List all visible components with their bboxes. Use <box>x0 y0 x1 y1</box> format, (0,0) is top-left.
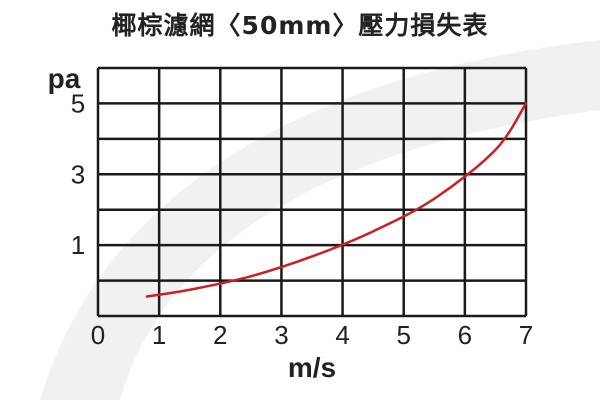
x-tick-label: 1 <box>152 320 166 350</box>
series-line <box>145 102 528 298</box>
x-tick-label: 0 <box>91 320 105 350</box>
y-axis-ticks: 135 <box>71 88 85 260</box>
x-tick-label: 4 <box>335 320 349 350</box>
x-tick-label: 5 <box>396 320 410 350</box>
x-axis-title: m/s <box>288 352 336 383</box>
x-tick-label: 7 <box>519 320 533 350</box>
x-tick-label: 3 <box>274 320 288 350</box>
x-tick-label: 2 <box>213 320 227 350</box>
grid <box>96 66 528 318</box>
chart: 0 1 2 3 4 5 6 7 1 3 5 pa m/s <box>48 63 534 383</box>
y-tick-label: 3 <box>71 159 85 189</box>
y-axis-title: pa <box>48 63 81 94</box>
x-axis-ticks: 0 1 2 3 4 5 6 7 <box>91 320 533 350</box>
curve-layer <box>145 102 528 298</box>
y-tick-label: 1 <box>71 230 85 260</box>
x-tick-label: 6 <box>458 320 472 350</box>
